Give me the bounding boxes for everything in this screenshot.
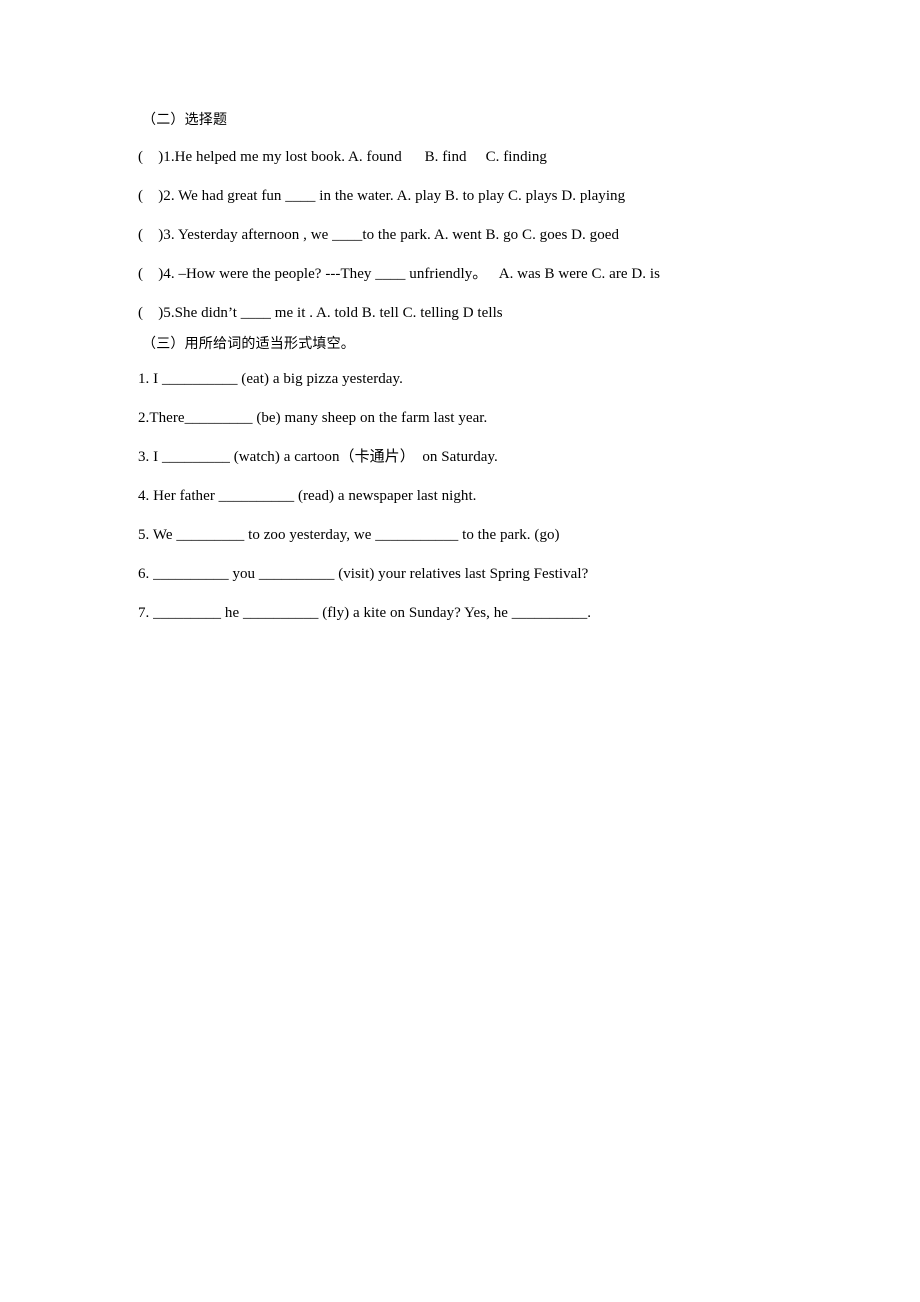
fill-item-4: 4. Her father __________ (read) a newspa… — [138, 487, 477, 504]
mc-item-5: ( )5.She didn’t ____ me it . A. told B. … — [138, 304, 503, 321]
fill-item-2: 2.There_________ (be) many sheep on the … — [138, 409, 488, 426]
fill-item-1: 1. I __________ (eat) a big pizza yester… — [138, 370, 403, 387]
mc-item-4: ( )4. –How were the people? ---They ____… — [138, 265, 660, 282]
multiple-choice-item-list: ( )1.He helped me my lost book. A. found… — [138, 148, 798, 322]
section-three-heading: （三）用所给词的适当形式填空。 — [142, 335, 355, 352]
section-multiple-choice: （二）选择题 ( )1.He helped me my lost book. A… — [138, 112, 798, 322]
fill-in-blank-item-list: 1. I __________ (eat) a big pizza yester… — [138, 370, 798, 622]
fill-item-3: 3. I _________ (watch) a cartoon（卡通片） on… — [138, 448, 498, 465]
fill-item-6: 6. __________ you __________ (visit) you… — [138, 565, 589, 582]
mc-item-3: ( )3. Yesterday afternoon , we ____to th… — [138, 226, 620, 243]
section-two-heading: （二）选择题 — [142, 112, 228, 128]
document-page: （二）选择题 ( )1.He helped me my lost book. A… — [0, 0, 920, 1302]
mc-item-1: ( )1.He helped me my lost book. A. found… — [138, 148, 547, 165]
fill-item-5: 5. We _________ to zoo yesterday, we ___… — [138, 526, 560, 543]
mc-item-2: ( )2. We had great fun ____ in the water… — [138, 187, 626, 204]
section-fill-in-blank: （三）用所给词的适当形式填空。 1. I __________ (eat) a … — [138, 336, 798, 622]
fill-item-7: 7. _________ he __________ (fly) a kite … — [138, 604, 592, 621]
document-content: （二）选择题 ( )1.He helped me my lost book. A… — [138, 112, 798, 643]
